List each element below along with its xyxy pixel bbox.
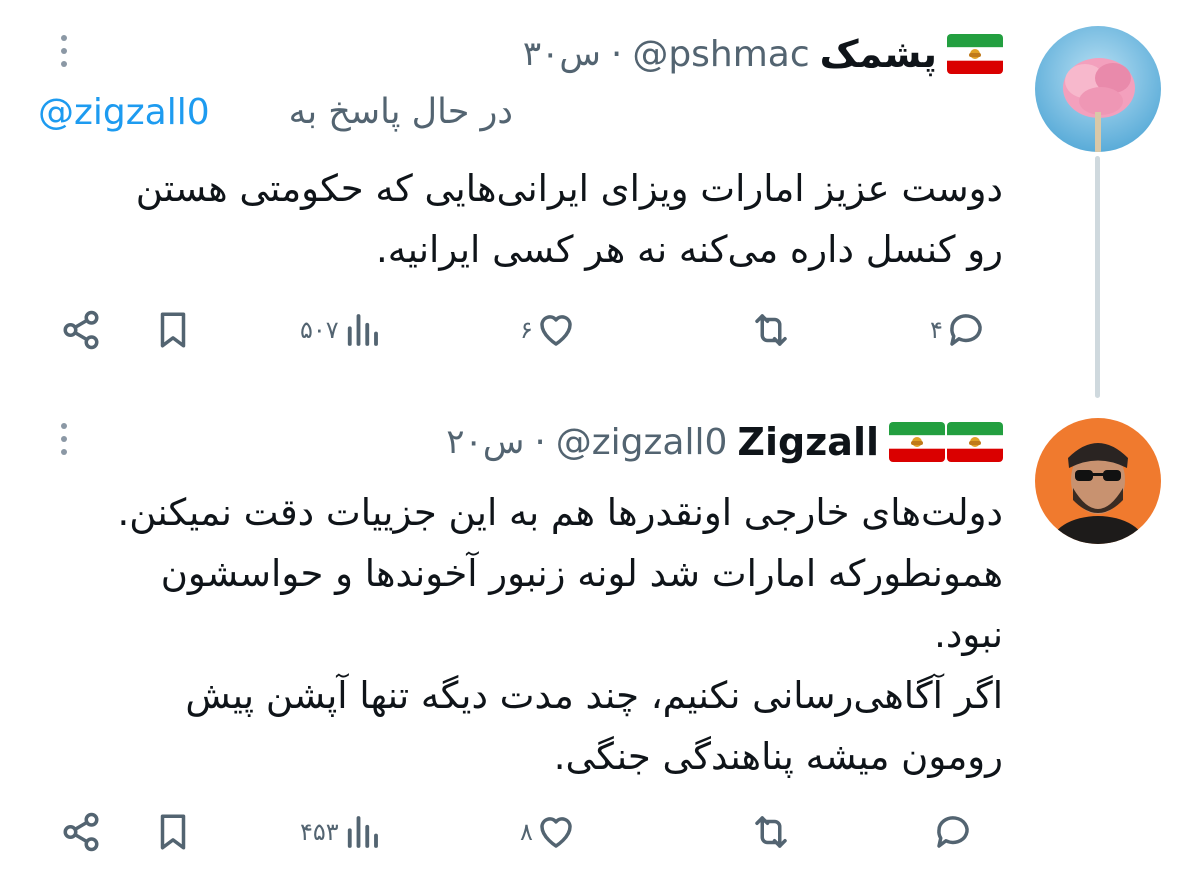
views-button[interactable]: ۴۵۳ — [300, 804, 383, 860]
iran-lion-sun-flag-icon — [947, 34, 1003, 74]
thread-line — [1095, 156, 1100, 398]
action-bar: ۵۰۷ ۶ ۴ — [60, 302, 1010, 358]
like-button[interactable]: ۸ — [520, 804, 577, 860]
bookmark-icon — [160, 814, 186, 850]
action-bar: ۴۵۳ ۸ — [60, 804, 1010, 860]
bookmark-icon — [160, 312, 186, 348]
replying-to-link[interactable]: @zigzall0 — [38, 92, 210, 133]
views-count: ۵۰۷ — [300, 316, 339, 344]
tweet-text-line: دولت‌های خارجی اونقدرها هم به این جزییات… — [117, 491, 1004, 534]
reply-count: ۴ — [930, 316, 943, 344]
timestamp[interactable]: ۳۰س — [523, 34, 601, 74]
share-icon — [63, 812, 99, 852]
reply-icon — [937, 816, 969, 848]
views-icon — [347, 314, 378, 346]
views-icon — [347, 816, 378, 848]
iran-lion-sun-flag-icon — [889, 422, 945, 462]
tweet-text-line: رومون میشه پناهندگی جنگی. — [553, 735, 1003, 778]
tweet-text-line: همونطورکه امارات شد لونه زنبور آخوندها و… — [160, 552, 1003, 595]
tweet-text: دوست عزیز امارات ویزای ایرانی‌هایی که حک… — [43, 158, 1003, 280]
flags — [889, 422, 1003, 462]
retweet-button[interactable] — [750, 804, 794, 860]
tweet-text-line: اگر آگاهی‌رسانی نکنیم، چند مدت دیگه تنها… — [185, 674, 1003, 717]
tweet-header: پشمک @pshmac · ۳۰س — [523, 26, 1003, 82]
replying-to-label: در حال پاسخ به — [288, 92, 513, 132]
reply-icon — [950, 314, 982, 346]
bookmark-button[interactable] — [152, 804, 194, 860]
bookmark-button[interactable] — [152, 302, 194, 358]
share-button[interactable] — [60, 804, 102, 860]
tweet-header: Zigzall @zigzall0 · ۲۰س — [446, 414, 1003, 470]
avatar[interactable] — [1035, 26, 1161, 152]
display-name[interactable]: پشمک — [820, 32, 937, 76]
reply-button[interactable] — [930, 804, 974, 860]
like-button[interactable]: ۶ — [520, 302, 577, 358]
views-count: ۴۵۳ — [300, 818, 339, 846]
like-count: ۸ — [520, 818, 533, 846]
handle[interactable]: @pshmac — [632, 34, 809, 75]
separator: · — [610, 33, 623, 75]
timestamp[interactable]: ۲۰س — [446, 422, 524, 462]
tweet-text-line: رو کنسل داره می‌کنه نه هر کسی ایرانیه. — [375, 228, 1003, 271]
share-button[interactable] — [60, 302, 102, 358]
tweet-text: دولت‌های خارجی اونقدرها هم به این جزییات… — [43, 482, 1004, 787]
views-button[interactable]: ۵۰۷ — [300, 302, 383, 358]
more-icon[interactable] — [46, 26, 82, 76]
handle[interactable]: @zigzall0 — [556, 422, 728, 463]
avatar[interactable] — [1035, 418, 1161, 544]
cotton-candy-photo — [1035, 26, 1161, 152]
retweet-button[interactable] — [750, 302, 794, 358]
display-name[interactable]: Zigzall — [737, 420, 879, 464]
reply-button[interactable]: ۴ — [930, 302, 987, 358]
like-count: ۶ — [520, 316, 533, 344]
more-icon[interactable] — [46, 414, 82, 464]
like-icon — [540, 315, 572, 346]
man-sunglasses-photo — [1035, 418, 1161, 544]
share-icon — [63, 310, 99, 350]
like-icon — [540, 817, 572, 848]
retweet-icon — [755, 314, 787, 346]
tweet-text-line: نبود. — [934, 613, 1003, 656]
tweet-text-line: دوست عزیز امارات ویزای ایرانی‌هایی که حک… — [135, 167, 1003, 210]
separator: · — [534, 421, 546, 463]
retweet-icon — [755, 816, 787, 848]
iran-lion-sun-flag-icon — [947, 422, 1003, 462]
